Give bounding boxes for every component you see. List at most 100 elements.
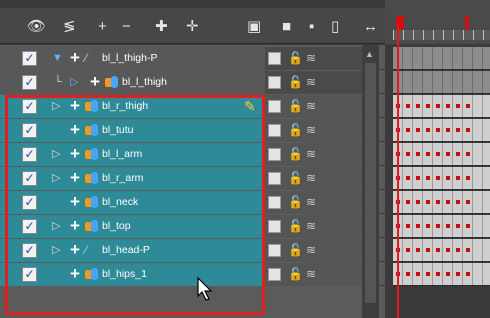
layer-row-main[interactable]: ✓ ▼ + ⁄ bl_l_thigh-P (0, 47, 265, 70)
keyframe[interactable] (416, 200, 420, 204)
keyframe[interactable] (426, 152, 430, 156)
unlock-icon[interactable]: 🔓 (288, 99, 303, 113)
frame-ruler[interactable] (393, 30, 490, 40)
layer-color-swatch[interactable] (268, 196, 281, 209)
keyframe[interactable] (426, 272, 430, 276)
keyframe[interactable] (446, 152, 450, 156)
layer-scrollbar[interactable]: ▲ (362, 45, 379, 318)
timeline-row[interactable] (393, 71, 490, 94)
keyframe[interactable] (446, 200, 450, 204)
unlock-icon[interactable]: 🔓 (288, 195, 303, 209)
layer-color-swatch[interactable] (268, 172, 281, 185)
keyframe[interactable] (406, 104, 410, 108)
keyframe[interactable] (426, 224, 430, 228)
scroll-thumb[interactable] (365, 63, 376, 303)
layer-visibility-checkbox[interactable]: ✓ (22, 75, 37, 90)
unlock-icon[interactable]: 🔓 (288, 243, 303, 257)
keyframe[interactable] (446, 248, 450, 252)
timeline-row[interactable] (393, 215, 490, 238)
keyframe[interactable] (406, 248, 410, 252)
keyframe[interactable] (416, 176, 420, 180)
add-peg-icon[interactable]: ✛ (186, 18, 199, 36)
keyframe[interactable] (446, 104, 450, 108)
keyframe[interactable] (466, 272, 470, 276)
keyframe[interactable] (436, 104, 440, 108)
layer-color-swatch[interactable] (268, 268, 281, 281)
layer-color-swatch[interactable] (268, 148, 281, 161)
unlock-icon[interactable]: 🔓 (288, 171, 303, 185)
keyframe[interactable] (436, 248, 440, 252)
layer-stack-icon[interactable]: ≋ (306, 147, 316, 161)
keyframe[interactable] (406, 272, 410, 276)
unlock-icon[interactable]: 🔓 (288, 123, 303, 137)
timeline-row[interactable] (393, 239, 490, 262)
keyframe[interactable] (416, 224, 420, 228)
small-square-icon[interactable]: ▪ (309, 18, 314, 36)
layer-visibility-checkbox[interactable]: ✓ (22, 51, 37, 66)
keyframe[interactable] (456, 104, 460, 108)
layer-stack-icon[interactable]: ≋ (306, 99, 316, 113)
layer-name[interactable]: bl_l_thigh (122, 76, 167, 89)
keyframe[interactable] (406, 152, 410, 156)
keyframe[interactable] (456, 272, 460, 276)
keyframe[interactable] (456, 128, 460, 132)
keyframe[interactable] (456, 224, 460, 228)
keyframe[interactable] (466, 200, 470, 204)
layer-stack-icon[interactable]: ≋ (306, 171, 316, 185)
keyframe[interactable] (426, 176, 430, 180)
unlock-icon[interactable]: 🔓 (288, 267, 303, 281)
keyframe[interactable] (426, 104, 430, 108)
layer-color-swatch[interactable] (268, 220, 281, 233)
keyframe[interactable] (456, 200, 460, 204)
expand-down-icon[interactable]: ▼ (52, 52, 63, 64)
keyframe[interactable] (436, 152, 440, 156)
timeline-row[interactable] (393, 191, 490, 214)
keyframe[interactable] (466, 152, 470, 156)
camera-icon[interactable]: ▣ (247, 18, 261, 36)
keyframe[interactable] (406, 176, 410, 180)
layer-stack-icon[interactable]: ≋ (306, 267, 316, 281)
unlock-icon[interactable]: 🔓 (288, 147, 303, 161)
layer-color-swatch[interactable] (268, 100, 281, 113)
add-drawing-icon[interactable]: ✚ (155, 18, 168, 36)
layer-color-icon[interactable]: ■ (282, 18, 291, 36)
timeline-row[interactable] (393, 47, 490, 70)
keyframe[interactable] (426, 248, 430, 252)
unlock-icon[interactable]: 🔓 (288, 75, 303, 89)
layer-stack-icon[interactable]: ≋ (306, 219, 316, 233)
keyframe[interactable] (446, 272, 450, 276)
timeline-row[interactable] (393, 143, 490, 166)
timeline-row[interactable] (393, 263, 490, 286)
keyframe[interactable] (416, 152, 420, 156)
keyframe[interactable] (436, 272, 440, 276)
unlock-icon[interactable]: 🔓 (288, 219, 303, 233)
split-icon[interactable]: ↔ (363, 18, 378, 36)
timeline-row[interactable] (393, 167, 490, 190)
keyframe[interactable] (456, 248, 460, 252)
layer-row[interactable]: ✓ └ ▷ + bl_l_thigh 🔓 ≋ (0, 71, 385, 94)
keyframe[interactable] (406, 200, 410, 204)
layer-color-swatch[interactable] (268, 76, 281, 89)
keyframe[interactable] (446, 176, 450, 180)
layer-stack-icon[interactable]: ≋ (306, 123, 316, 137)
show-all-icon[interactable]: 👁 (27, 18, 46, 36)
expand-right-icon[interactable]: ▷ (70, 76, 79, 88)
layer-row-main[interactable]: ✓ └ ▷ + bl_l_thigh (0, 71, 265, 94)
keyframe[interactable] (406, 224, 410, 228)
keyframe[interactable] (416, 128, 420, 132)
white-square-icon[interactable]: ▯ (331, 18, 339, 36)
keyframe[interactable] (416, 104, 420, 108)
timeline-row[interactable] (393, 95, 490, 118)
keyframe[interactable] (426, 200, 430, 204)
keyframe[interactable] (466, 224, 470, 228)
keyframe[interactable] (466, 128, 470, 132)
layer-color-swatch[interactable] (268, 124, 281, 137)
layer-stack-icon[interactable]: ≋ (306, 195, 316, 209)
keyframe[interactable] (436, 200, 440, 204)
keyframe[interactable] (456, 176, 460, 180)
keyframe[interactable] (406, 128, 410, 132)
keyframe[interactable] (416, 272, 420, 276)
layer-color-swatch[interactable] (268, 244, 281, 257)
keyframe[interactable] (446, 224, 450, 228)
keyframe[interactable] (436, 176, 440, 180)
